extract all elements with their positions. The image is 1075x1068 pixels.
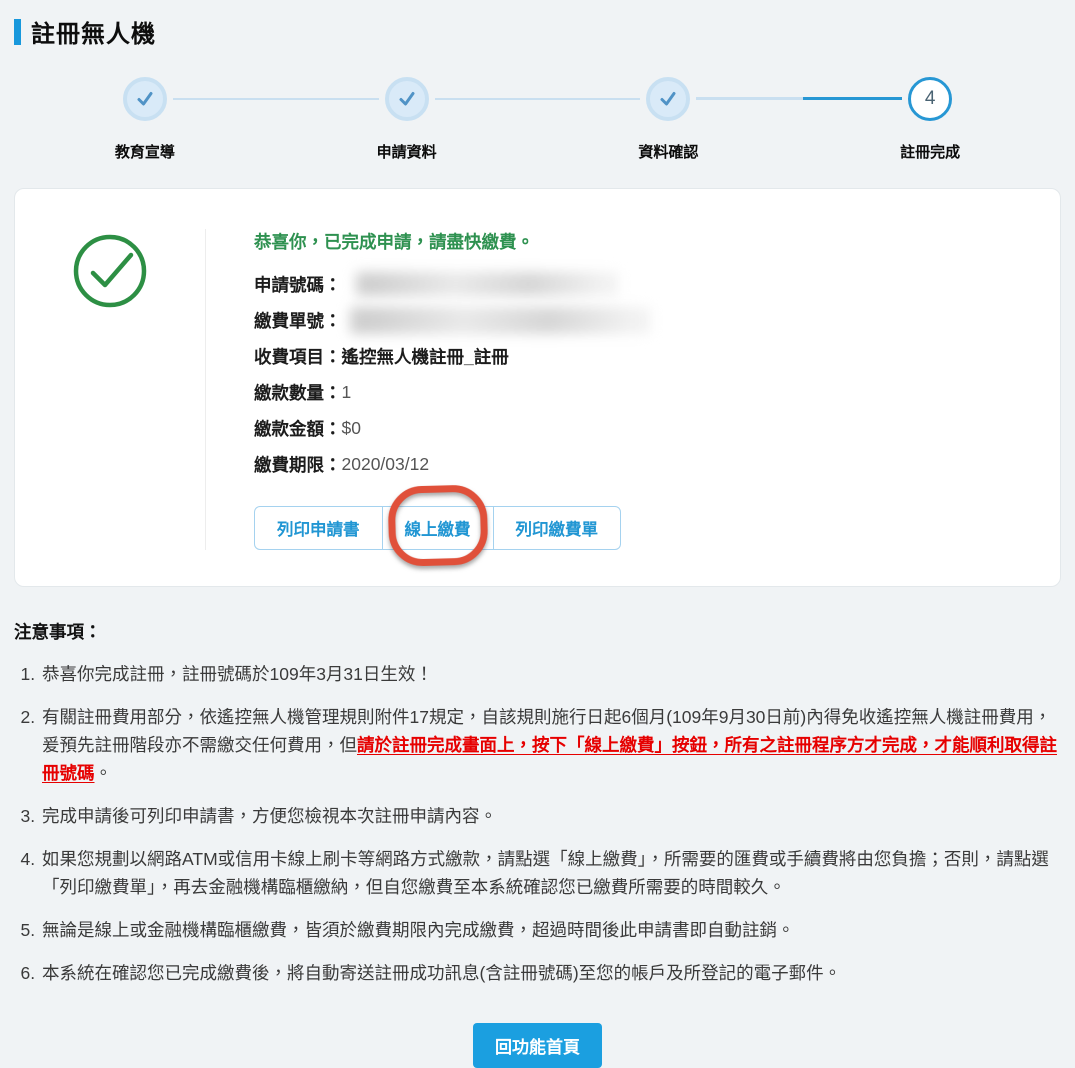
- back-to-home-button[interactable]: 回功能首頁: [473, 1023, 602, 1068]
- step-data-confirm: 資料確認: [434, 69, 800, 162]
- action-button-group: 列印申請書 線上繳費 列印繳費單: [254, 484, 1030, 567]
- field-payment-deadline: 繳費期限： 2020/03/12: [254, 450, 1030, 478]
- field-value: $0: [341, 417, 361, 438]
- success-icon-wrap: [15, 229, 205, 550]
- note-item-1: 恭喜你完成註冊，註冊號碼於109年3月31日生效！: [40, 660, 1061, 688]
- note-text: 恭喜你完成註冊，註冊號碼於109年3月31日生效！: [42, 664, 433, 684]
- field-application-number: 申請號碼：: [254, 270, 1030, 298]
- page-title: 註冊無人機: [31, 21, 156, 48]
- step-active-circle: 4: [908, 77, 953, 121]
- footer: 回功能首頁: [14, 1023, 1061, 1068]
- result-details: 恭喜你，已完成申請，請盡快繳費。 申請號碼： 繳費單號： 收費項目： 遙控無人機…: [205, 229, 1060, 567]
- note-text: 無論是線上或金融機構臨櫃繳費，皆須於繳費期限內完成繳費，超過時間後此申請書即自動…: [42, 920, 795, 940]
- note-item-4: 如果您規劃以網路ATM或信用卡線上刷卡等網路方式繳款，請點選「線上繳費」，所需要…: [40, 845, 1061, 901]
- field-value: 2020/03/12: [341, 453, 430, 474]
- check-icon: [137, 92, 153, 106]
- field-value: 遙控無人機註冊_註冊: [341, 346, 509, 367]
- field-fee-item: 收費項目： 遙控無人機註冊_註冊: [254, 342, 1030, 370]
- step-done-icon: [646, 77, 691, 121]
- note-text: 本系統在確認您已完成繳費後，將自動寄送註冊成功訊息(含註冊號碼)至您的帳戶及所登…: [42, 963, 842, 983]
- step-label: 註冊完成: [900, 144, 961, 161]
- field-label: 繳費單號：: [254, 310, 342, 331]
- step-done-icon: [384, 77, 429, 121]
- note-item-3: 完成申請後可列印申請書，方便您檢視本次註冊申請內容。: [40, 802, 1061, 830]
- note-text: 完成申請後可列印申請書，方便您檢視本次註冊申請內容。: [42, 806, 497, 826]
- field-value: 1: [341, 381, 352, 402]
- field-payment-number: 繳費單號：: [254, 306, 1030, 334]
- field-label: 申請號碼：: [254, 274, 342, 295]
- notes-section: 注意事項： 恭喜你完成註冊，註冊號碼於109年3月31日生效！ 有關註冊費用部分…: [14, 619, 1061, 987]
- note-item-2: 有關註冊費用部分，依遙控無人機管理規則附件17規定，自該規則施行日起6個月(10…: [40, 703, 1061, 787]
- step-label: 教育宣導: [114, 144, 175, 161]
- step-education: 教育宣導: [14, 69, 276, 162]
- step-done-icon: [122, 77, 167, 121]
- step-application-data: 申請資料: [172, 69, 538, 162]
- field-payment-quantity: 繳款數量： 1: [254, 378, 1030, 406]
- note-item-6: 本系統在確認您已完成繳費後，將自動寄送註冊成功訊息(含註冊號碼)至您的帳戶及所登…: [40, 959, 1061, 987]
- notes-heading: 注意事項：: [14, 622, 102, 642]
- result-card: 恭喜你，已完成申請，請盡快繳費。 申請號碼： 繳費單號： 收費項目： 遙控無人機…: [14, 188, 1061, 587]
- redacted-value: [349, 306, 650, 334]
- note-item-5: 無論是線上或金融機構臨櫃繳費，皆須於繳費期限內完成繳費，超過時間後此申請書即自動…: [40, 916, 1061, 944]
- page: 註冊無人機 教育宣導 申請資料 資料確認 4 註冊完成 恭喜你，已完成申請，請盡…: [0, 0, 1075, 1068]
- field-payment-amount: 繳款金額： $0: [254, 414, 1030, 442]
- notes-list: 恭喜你完成註冊，註冊號碼於109年3月31日生效！ 有關註冊費用部分，依遙控無人…: [14, 660, 1061, 987]
- step-label: 資料確認: [638, 144, 699, 161]
- note-text: 如果您規劃以網路ATM或信用卡線上刷卡等網路方式繳款，請點選「線上繳費」，所需要…: [42, 849, 1049, 897]
- success-check-icon: [73, 234, 147, 308]
- note-text: 。: [94, 763, 113, 783]
- print-payment-slip-button[interactable]: 列印繳費單: [492, 506, 621, 550]
- page-header: 註冊無人機: [14, 14, 1061, 49]
- check-icon: [399, 92, 415, 106]
- check-icon: [660, 92, 676, 106]
- step-registration-complete: 4 註冊完成: [696, 69, 1061, 162]
- field-label: 收費項目：: [254, 346, 342, 367]
- field-label: 繳款金額：: [254, 418, 342, 439]
- title-accent-bar: [14, 18, 21, 45]
- stepper: 教育宣導 申請資料 資料確認 4 註冊完成: [14, 69, 1061, 162]
- step-label: 申請資料: [376, 144, 437, 161]
- redacted-value: [355, 272, 618, 296]
- step-number: 4: [924, 88, 936, 109]
- field-label: 繳款數量：: [254, 382, 342, 403]
- field-label: 繳費期限：: [254, 454, 342, 475]
- online-payment-button[interactable]: 線上繳費: [381, 506, 494, 550]
- online-payment-wrap: 線上繳費: [381, 484, 494, 567]
- success-message: 恭喜你，已完成申請，請盡快繳費。: [254, 232, 534, 252]
- print-application-button[interactable]: 列印申請書: [254, 506, 383, 550]
